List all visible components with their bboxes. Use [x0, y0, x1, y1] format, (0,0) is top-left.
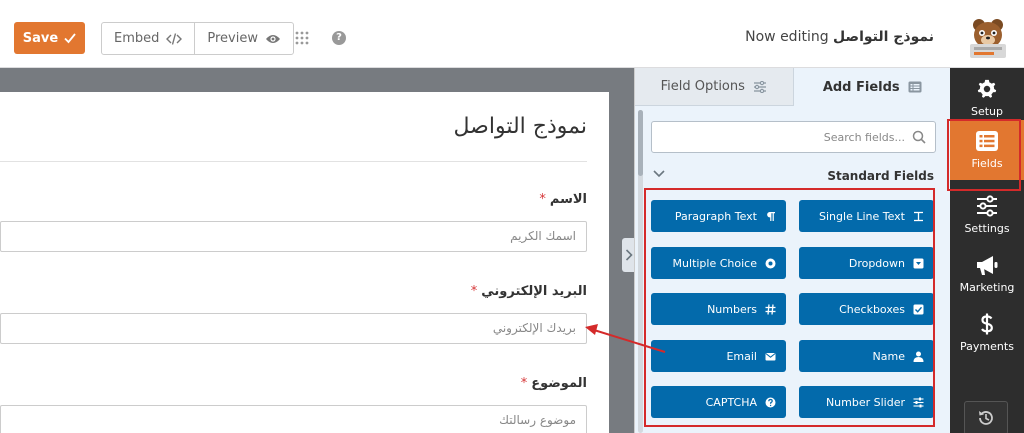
email-label-text: البريد الإلكتروني	[481, 284, 587, 299]
sidebar-fields-highlight-box	[947, 119, 1021, 191]
sidebar-label: Settings	[964, 222, 1010, 235]
gear-icon	[977, 79, 997, 98]
name-input[interactable]: اسمك الكريم	[0, 221, 587, 252]
standard-fields-title: Standard Fields	[827, 169, 934, 183]
chevron-right-icon	[625, 249, 633, 261]
add-checkboxes-button[interactable]: Checkboxes	[799, 293, 934, 325]
list-icon	[908, 81, 922, 93]
checkbox-icon	[913, 304, 924, 314]
sidebar-label: Setup	[970, 105, 1004, 118]
top-bar: Save Embed Preview ? Now editing نموذج ا…	[0, 0, 1024, 68]
question-circle-icon	[765, 397, 776, 407]
revisions-button[interactable]	[964, 401, 1008, 433]
form-preview-canvas: نموذج التواصل الاسم* اسمك الكريم البريد …	[0, 68, 634, 433]
required-mark: *	[520, 376, 528, 391]
preview-button[interactable]: Preview	[194, 23, 293, 54]
history-icon	[979, 411, 993, 425]
sidebar-item-marketing[interactable]: Marketing	[950, 244, 1024, 304]
field-button-label: Dropdown	[848, 256, 905, 270]
field-button-label: Email	[726, 349, 757, 363]
add-paragraph-text-button[interactable]: Paragraph Text	[651, 200, 786, 232]
add-numbers-button[interactable]: Numbers	[651, 293, 786, 325]
subject-input[interactable]: موضوع رسالتك	[0, 405, 587, 433]
dollar-icon	[981, 313, 993, 335]
field-button-label: Paragraph Text	[674, 209, 757, 223]
form-card: نموذج التواصل الاسم* اسمك الكريم البريد …	[0, 92, 609, 433]
field-button-label: Single Line Text	[819, 209, 905, 223]
search-icon	[912, 130, 926, 144]
title-divider	[0, 161, 587, 162]
text-lines-icon	[914, 211, 923, 221]
editing-status: Now editing نموذج التواصل	[745, 29, 934, 45]
name-placeholder: اسمك الكريم	[510, 229, 576, 243]
field-button-label: Multiple Choice	[672, 256, 757, 270]
search-placeholder: Search fields...	[823, 131, 905, 144]
tab-field-options-label: Field Options	[660, 79, 745, 94]
dropdown-icon	[913, 258, 924, 268]
subject-label-text: الموضوع	[531, 376, 587, 391]
tab-add-fields[interactable]: Add Fields	[793, 68, 950, 106]
search-fields-input[interactable]: Search fields...	[651, 121, 936, 153]
sliders-icon	[977, 195, 997, 217]
save-button[interactable]: Save	[14, 22, 85, 54]
wpforms-bear-logo	[970, 19, 1006, 58]
add-name-button[interactable]: Name	[799, 340, 934, 372]
field-button-label: Checkboxes	[839, 302, 905, 316]
add-email-button[interactable]: Email	[651, 340, 786, 372]
sidebar-item-settings[interactable]: Settings	[950, 185, 1024, 245]
embed-button[interactable]: Embed	[102, 23, 194, 54]
checkmark-icon	[64, 33, 76, 44]
field-button-label: Name	[872, 349, 905, 363]
editing-form-name: نموذج التواصل	[833, 29, 934, 45]
eye-icon	[266, 34, 280, 43]
panel-scrollbar[interactable]	[638, 110, 643, 433]
embed-preview-group: Embed Preview	[101, 22, 294, 55]
user-icon	[913, 351, 924, 362]
field-button-label: CAPTCHA	[705, 395, 757, 409]
form-title: نموذج التواصل	[453, 114, 587, 139]
paragraph-icon	[767, 211, 775, 221]
sliders-icon	[913, 397, 924, 407]
grid-menu-icon[interactable]	[295, 31, 309, 45]
radio-icon	[765, 258, 776, 268]
sliders-icon	[753, 80, 766, 93]
field-button-label: Number Slider	[825, 395, 905, 409]
megaphone-icon	[977, 256, 998, 275]
sidebar-label: Marketing	[959, 281, 1015, 294]
hash-icon	[765, 303, 776, 315]
add-dropdown-button[interactable]: Dropdown	[799, 247, 934, 279]
add-captcha-button[interactable]: CAPTCHA	[651, 386, 786, 418]
tab-add-fields-label: Add Fields	[822, 79, 900, 95]
email-field-label: البريد الإلكتروني*	[471, 284, 587, 299]
subject-field-label: الموضوع*	[521, 376, 587, 391]
chevron-down-icon	[653, 170, 665, 178]
name-label-text: الاسم	[549, 192, 587, 207]
email-input[interactable]: بريدك الإلكتروني	[0, 313, 587, 344]
subject-placeholder: موضوع رسالتك	[499, 413, 576, 427]
standard-fields-header[interactable]: Standard Fields	[651, 168, 934, 186]
code-icon	[166, 32, 183, 45]
add-multiple-choice-button[interactable]: Multiple Choice	[651, 247, 786, 279]
sidebar-item-payments[interactable]: Payments	[950, 303, 1024, 363]
envelope-icon	[765, 352, 776, 360]
save-label: Save	[22, 30, 59, 46]
embed-label: Embed	[114, 31, 160, 46]
add-single-line-text-button[interactable]: Single Line Text	[799, 200, 934, 232]
tab-field-options[interactable]: Field Options	[635, 68, 794, 106]
sidebar-label: Payments	[960, 340, 1014, 353]
fields-panel: Field Options Add Fields Search fields..…	[634, 68, 950, 433]
required-mark: *	[539, 192, 546, 207]
editing-prefix: Now editing	[745, 29, 829, 45]
help-icon[interactable]: ?	[332, 31, 346, 45]
preview-label: Preview	[207, 31, 258, 46]
panel-tabs: Field Options Add Fields	[635, 68, 950, 106]
required-mark: *	[470, 284, 478, 299]
scrollbar-thumb[interactable]	[638, 110, 643, 176]
field-button-label: Numbers	[707, 302, 757, 316]
email-placeholder: بريدك الإلكتروني	[492, 321, 576, 335]
add-number-slider-button[interactable]: Number Slider	[799, 386, 934, 418]
name-field-label: الاسم*	[539, 192, 587, 207]
